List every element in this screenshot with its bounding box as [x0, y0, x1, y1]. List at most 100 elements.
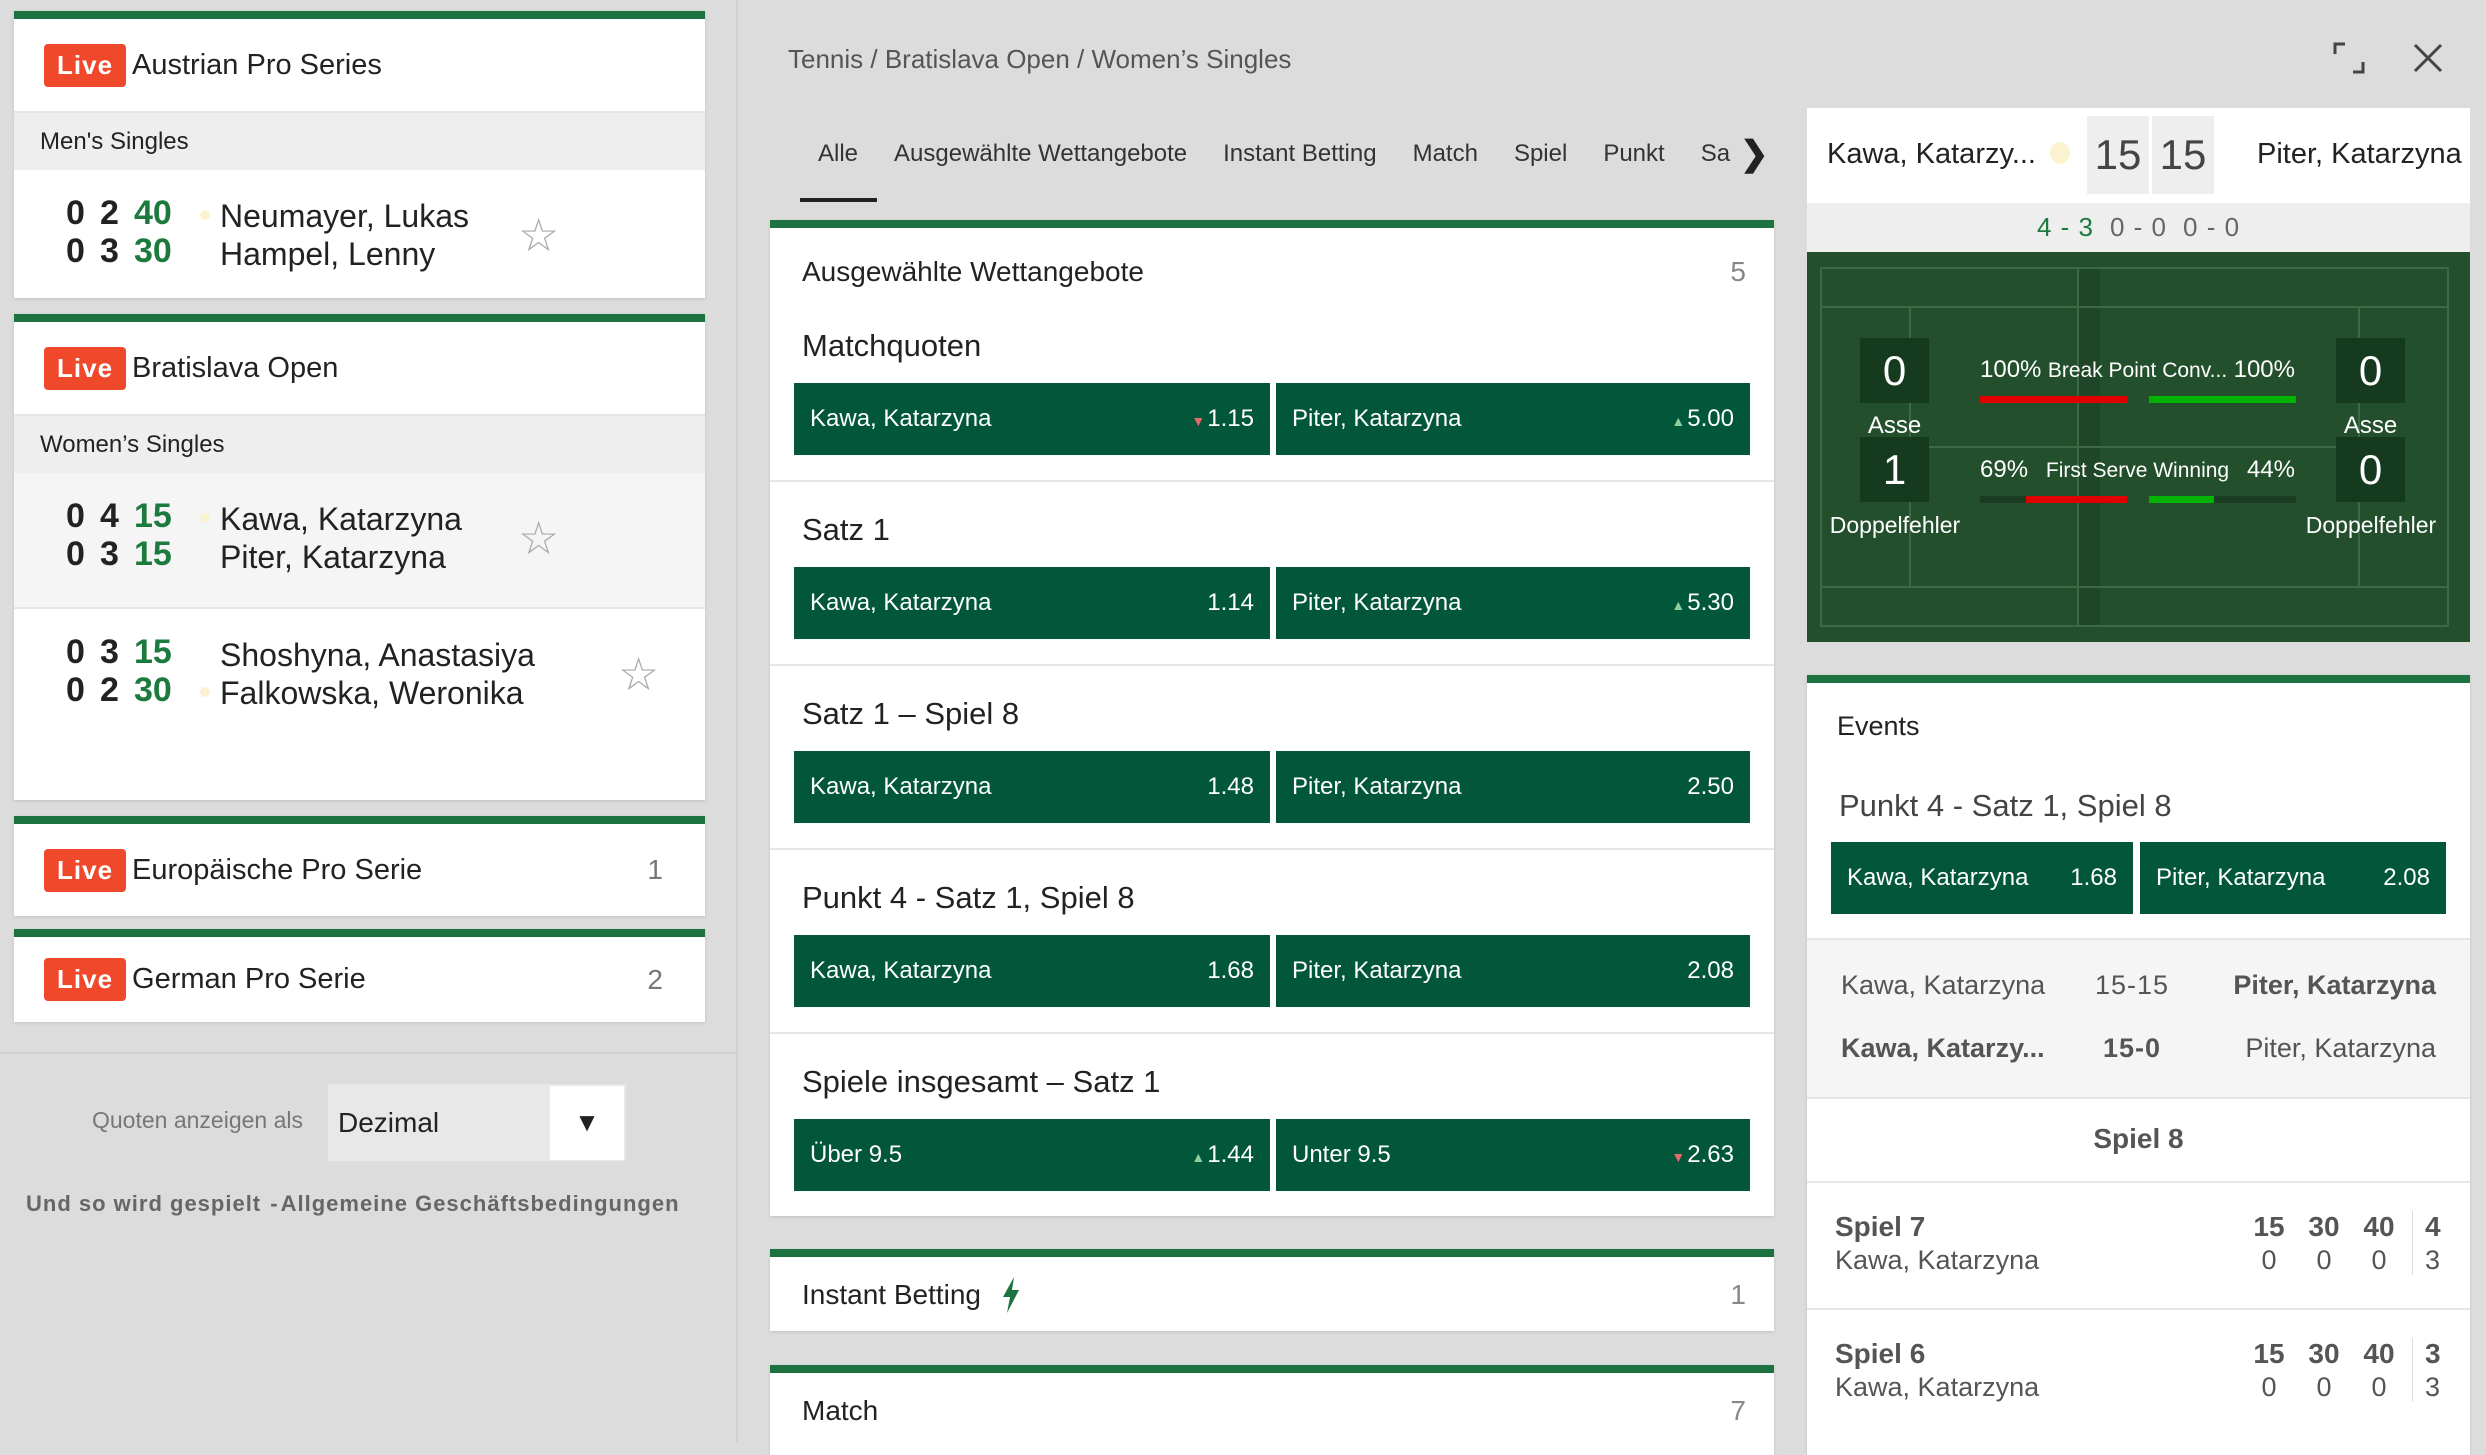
match-row-selected[interactable]: 0 4 15 0 3 15 Kawa, Katarzyna Piter, Katarzyn… [14, 473, 705, 609]
breadcrumb-category[interactable]: Women’s Singles [1091, 44, 1291, 74]
score-p1: 0 2 40 [66, 194, 172, 232]
breadcrumb-tournament[interactable]: Bratislava Open [885, 44, 1070, 74]
section-count: 1 [1730, 1279, 1746, 1310]
bet-button[interactable]: Piter, Katarzyna 2.08 [1276, 935, 1750, 1007]
competition-bratislava: Live Bratislava Open Women’s Singles 0 4 15… [14, 314, 705, 800]
game-history-row: Spiel 7 Kawa, Katarzyna 15 0 30 0 40 0 4 3 [1807, 1181, 2470, 1308]
competition-name: Austrian Pro Series [132, 48, 382, 81]
bet-odds: 2.08 [1687, 957, 1734, 984]
bet-button[interactable]: Piter, Katarzyna 2.08 [2140, 842, 2446, 914]
tab-alle[interactable]: Alle [818, 140, 858, 168]
bet-button[interactable]: Unter 9.5 ▼2.63 [1276, 1119, 1750, 1191]
bet-button[interactable]: Piter, Katarzyna ▲5.30 [1276, 567, 1750, 639]
bet-button[interactable]: Kawa, Katarzyna 1.68 [1831, 842, 2133, 914]
game-point: 15 [2253, 1338, 2285, 1369]
set-3-score: 0 - 0 [2183, 212, 2241, 242]
events-market-title: Punkt 4 - Satz 1, Spiel 8 [1839, 788, 2172, 823]
events-card: Events Punkt 4 - Satz 1, Spiel 8 Kawa, K… [1807, 675, 2470, 1455]
player-1: Shoshyna, Anastasiya [220, 637, 535, 673]
live-badge: Live [44, 346, 127, 390]
favorite-star-icon[interactable]: ☆ [618, 647, 659, 701]
section-title[interactable]: Ausgewählte Wettangebote [802, 256, 1144, 288]
competition-header[interactable]: Live Austrian Pro Series [14, 19, 705, 113]
expand-icon[interactable] [2333, 42, 2365, 74]
bet-button[interactable]: Über 9.5 ▲1.44 [794, 1119, 1270, 1191]
scoreboard: Kawa, Katarzy... 15 15 Piter, Katarzyna … [1807, 108, 2470, 642]
bet-odds: 5.30 [1687, 589, 1734, 616]
column-divider [736, 0, 738, 1442]
market-tabs: Alle Ausgewählte Wettangebote Instant Be… [818, 140, 1738, 168]
bet-button[interactable]: Piter, Katarzyna 2.50 [1276, 751, 1750, 823]
tab-punkt[interactable]: Punkt [1603, 140, 1664, 168]
bet-odds: 2.50 [1687, 773, 1734, 800]
player-2: Falkowska, Weronika [220, 675, 524, 711]
competition-name: Bratislava Open [132, 351, 339, 384]
market-title: Spiele insgesamt – Satz 1 [802, 1064, 1161, 1099]
category-label: Men's Singles [14, 113, 705, 170]
game-point: 0 [2316, 1245, 2332, 1275]
breadcrumb-tennis[interactable]: Tennis [788, 44, 863, 74]
bet-button[interactable]: Kawa, Katarzyna 1.68 [794, 935, 1270, 1007]
tab-match[interactable]: Match [1413, 140, 1478, 168]
match-row[interactable]: 0 3 15 0 2 30 Shoshyna, Anastasiya Falkowska,… [14, 609, 705, 799]
bet-button[interactable]: Kawa, Katarzyna ▼1.15 [794, 383, 1270, 455]
first-serve-bar-p1 [1980, 496, 2127, 503]
point-history: Kawa, Katarzyna 15-15 Piter, Katarzyna K… [1807, 938, 2470, 1097]
section-count: 5 [1730, 256, 1746, 287]
score-p2: 0 3 30 [66, 232, 172, 270]
bet-odds: 1.15 [1207, 405, 1254, 432]
serve-indicator-icon [200, 210, 210, 220]
how-to-play-link[interactable]: Und so wird gespielt [26, 1191, 261, 1216]
close-icon[interactable] [2412, 42, 2444, 74]
market-title: Matchquoten [802, 328, 982, 363]
break-point-stat: 100% Break Point Conv... 100% [1980, 356, 2295, 383]
bet-button[interactable]: Kawa, Katarzyna 1.48 [794, 751, 1270, 823]
score-p1: 0 4 15 [66, 497, 172, 535]
favorite-star-icon[interactable]: ☆ [518, 511, 559, 565]
bet-label: Piter, Katarzyna [1292, 589, 1462, 616]
player-2: Hampel, Lenny [220, 236, 436, 272]
market-section: Satz 1 Kawa, Katarzyna 1.14 Piter, Katarzyn… [770, 480, 1774, 664]
odds-format-select[interactable]: Dezimal ▼ [328, 1084, 626, 1161]
score-p1: 0 3 15 [66, 633, 172, 671]
break-point-bar-p1 [1980, 396, 2127, 403]
competition-header[interactable]: Live Bratislava Open [14, 322, 705, 416]
competition-austrian: Live Austrian Pro Series Men's Singles 02… [14, 11, 705, 298]
aces-label: Asse [1867, 412, 1922, 439]
terms-link[interactable]: Allgemeine Geschäftsbedingungen [281, 1191, 680, 1216]
tab-satz[interactable]: Sa [1701, 140, 1730, 168]
point-p1: Kawa, Katarzy... [1841, 1033, 2045, 1063]
tabs-scroll-right-icon[interactable]: ❯ [1740, 134, 1769, 174]
tab-instant-betting[interactable]: Instant Betting [1223, 140, 1376, 168]
tab-ausgewaehlte[interactable]: Ausgewählte Wettangebote [894, 140, 1187, 168]
live-badge: Live [44, 43, 127, 87]
bet-button[interactable]: Piter, Katarzyna ▲5.00 [1276, 383, 1750, 455]
point-p2: Piter, Katarzyna [2245, 1033, 2436, 1063]
bet-button[interactable]: Kawa, Katarzyna 1.14 [794, 567, 1270, 639]
live-badge: Live [44, 848, 127, 892]
live-badge: Live [44, 958, 127, 1001]
match-row[interactable]: 0 2 40 0 3 30 Neumayer, Lukas Hampel, Lenny ☆ [14, 170, 705, 306]
bet-odds: 1.14 [1207, 589, 1254, 616]
bet-odds: 5.00 [1687, 405, 1734, 432]
tab-spiel[interactable]: Spiel [1514, 140, 1567, 168]
bet-odds: 2.63 [1687, 1141, 1734, 1168]
player-1: Neumayer, Lukas [220, 198, 470, 234]
instant-betting-card[interactable]: Instant Betting 1 [770, 1249, 1774, 1331]
competition-europaeische[interactable]: Live Europäische Pro Serie 1 [14, 816, 705, 916]
first-serve-bar-p2 [2149, 496, 2296, 503]
player-1: Kawa, Katarzyna [220, 501, 462, 537]
favorite-star-icon[interactable]: ☆ [518, 208, 559, 262]
games-p1: 4 [2425, 1211, 2441, 1242]
bet-odds: 1.68 [1207, 957, 1254, 984]
point-p2: Piter, Katarzyna [2233, 970, 2436, 1000]
game-point: 0 [2261, 1245, 2277, 1275]
competition-german[interactable]: Live German Pro Serie 2 [14, 929, 705, 1022]
game-title: Spiel 6 [1835, 1338, 1926, 1369]
bet-odds: 1.48 [1207, 773, 1254, 800]
set-scores: 4 - 3 0 - 0 0 - 0 [1807, 203, 2470, 252]
break-point-bar-p2 [2149, 396, 2296, 403]
bet-label: Piter, Katarzyna [1292, 957, 1462, 984]
game-server: Kawa, Katarzyna [1835, 1245, 2040, 1275]
event-count: 1 [647, 854, 663, 885]
